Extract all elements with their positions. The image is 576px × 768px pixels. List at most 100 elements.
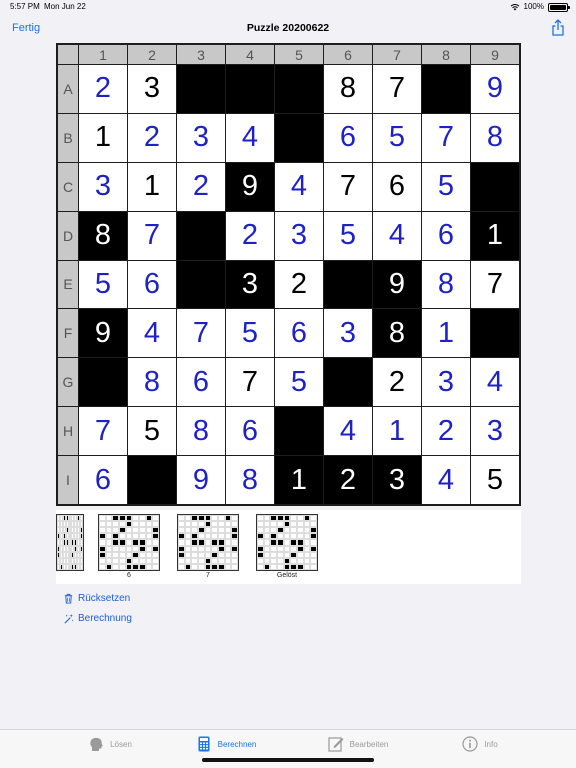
reset-button[interactable]: Rücksetzen: [63, 593, 130, 604]
board-cell[interactable]: 8: [324, 65, 372, 113]
board-cell[interactable]: 1: [128, 162, 176, 211]
board-cell[interactable]: 1: [79, 113, 127, 162]
compute-button[interactable]: Berechnung: [63, 613, 132, 624]
board-cell[interactable]: 7: [226, 358, 274, 407]
tab-solve[interactable]: Lösen: [60, 736, 160, 752]
board-cell[interactable]: 4: [275, 162, 323, 211]
info-icon: [462, 736, 478, 752]
board-cell[interactable]: 5: [79, 260, 127, 309]
board-cell[interactable]: 4: [373, 211, 421, 260]
board-cell[interactable]: 7: [177, 309, 225, 358]
board-cell[interactable]: 9: [79, 309, 127, 358]
puzzle-board: 123456789A23879B12346578C31294765D872354…: [56, 43, 521, 506]
board-cell[interactable]: 2: [128, 113, 176, 162]
board-cell[interactable]: [275, 113, 323, 162]
board-cell[interactable]: 5: [324, 211, 372, 260]
board-cell[interactable]: [177, 65, 225, 113]
board-cell[interactable]: 3: [422, 358, 470, 407]
board-cell[interactable]: 6: [79, 456, 127, 504]
board-cell[interactable]: 1: [422, 309, 470, 358]
board-cell[interactable]: [226, 65, 274, 113]
board-cell[interactable]: 7: [79, 407, 127, 456]
board-cell[interactable]: 8: [79, 211, 127, 260]
history-thumbnail[interactable]: 7: [177, 514, 239, 579]
board-cell[interactable]: 3: [128, 65, 176, 113]
board-cell[interactable]: 1: [471, 211, 519, 260]
board-cell[interactable]: [422, 65, 470, 113]
battery-percent: 100%: [523, 2, 544, 11]
board-cell[interactable]: 8: [128, 358, 176, 407]
board-cell[interactable]: 8: [471, 113, 519, 162]
board-cell[interactable]: 9: [226, 162, 274, 211]
board-cell[interactable]: [275, 65, 323, 113]
navigation-bar: Fertig Puzzle 20200622: [0, 14, 576, 42]
board-cell[interactable]: 6: [373, 162, 421, 211]
board-cell[interactable]: 6: [422, 211, 470, 260]
mini-board: [177, 514, 239, 571]
tab-info[interactable]: Info: [430, 736, 530, 752]
history-thumbnail[interactable]: [56, 514, 84, 572]
board-cell[interactable]: 5: [275, 358, 323, 407]
trash-icon: [64, 593, 73, 604]
board-cell[interactable]: [79, 358, 127, 407]
status-time: 5:57 PM: [10, 2, 40, 11]
board-cell[interactable]: 4: [324, 407, 372, 456]
board-cell[interactable]: 2: [275, 260, 323, 309]
board-cell[interactable]: 5: [226, 309, 274, 358]
board-cell[interactable]: 1: [373, 407, 421, 456]
board-cell[interactable]: 8: [177, 407, 225, 456]
board-cell[interactable]: 5: [128, 407, 176, 456]
board-cell[interactable]: 7: [373, 65, 421, 113]
compute-label: Berechnung: [78, 613, 132, 624]
board-cell[interactable]: [471, 309, 519, 358]
board-cell[interactable]: 7: [471, 260, 519, 309]
board-cell[interactable]: 2: [373, 358, 421, 407]
board-cell[interactable]: 3: [177, 113, 225, 162]
board-cell[interactable]: 2: [422, 407, 470, 456]
board-cell[interactable]: 3: [226, 260, 274, 309]
board-cell[interactable]: 6: [177, 358, 225, 407]
board-cell[interactable]: 8: [373, 309, 421, 358]
board-cell[interactable]: 7: [422, 113, 470, 162]
board-cell[interactable]: [275, 407, 323, 456]
share-icon[interactable]: [550, 19, 566, 37]
board-cell[interactable]: 2: [324, 456, 372, 504]
history-thumbnail[interactable]: 6: [98, 514, 160, 579]
board-cell[interactable]: 2: [226, 211, 274, 260]
board-cell[interactable]: 8: [226, 456, 274, 504]
board-cell[interactable]: 8: [422, 260, 470, 309]
board-cell[interactable]: 4: [471, 358, 519, 407]
board-cell[interactable]: 3: [79, 162, 127, 211]
board-cell[interactable]: 7: [324, 162, 372, 211]
board-cell[interactable]: 9: [471, 65, 519, 113]
tab-edit[interactable]: Bearbeiten: [308, 736, 408, 752]
board-cell[interactable]: 4: [226, 113, 274, 162]
board-cell[interactable]: 3: [324, 309, 372, 358]
board-cell[interactable]: 4: [422, 456, 470, 504]
board-cell[interactable]: 4: [128, 309, 176, 358]
board-cell[interactable]: 5: [373, 113, 421, 162]
board-cell[interactable]: 6: [226, 407, 274, 456]
board-cell[interactable]: 3: [471, 407, 519, 456]
board-cell[interactable]: 2: [177, 162, 225, 211]
board-cell[interactable]: 9: [177, 456, 225, 504]
board-cell[interactable]: 1: [275, 456, 323, 504]
board-cell[interactable]: 6: [275, 309, 323, 358]
board-cell[interactable]: 9: [373, 260, 421, 309]
board-cell[interactable]: [471, 162, 519, 211]
board-cell[interactable]: 6: [324, 113, 372, 162]
board-cell[interactable]: [177, 211, 225, 260]
board-cell[interactable]: 5: [471, 456, 519, 504]
board-cell[interactable]: 3: [373, 456, 421, 504]
board-cell[interactable]: [324, 358, 372, 407]
board-cell[interactable]: 3: [275, 211, 323, 260]
board-cell[interactable]: 5: [422, 162, 470, 211]
board-cell[interactable]: 7: [128, 211, 176, 260]
board-cell[interactable]: 6: [128, 260, 176, 309]
history-thumbnail[interactable]: Gelöst: [256, 514, 318, 579]
board-cell[interactable]: [128, 456, 176, 504]
board-cell[interactable]: [324, 260, 372, 309]
board-cell[interactable]: [177, 260, 225, 309]
tab-compute[interactable]: Berechnen: [176, 736, 276, 752]
board-cell[interactable]: 2: [79, 65, 127, 113]
